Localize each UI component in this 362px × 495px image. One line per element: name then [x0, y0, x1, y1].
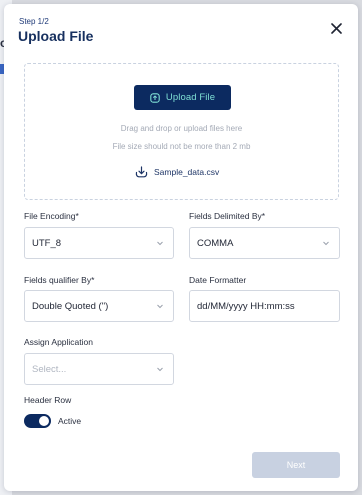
- step-indicator: Step 1/2: [19, 17, 49, 26]
- date-formatter-label: Date Formatter: [189, 275, 247, 285]
- upload-icon: [150, 92, 160, 103]
- header-row-toggle[interactable]: [24, 414, 51, 428]
- sample-data-link-label: Sample_data.csv: [154, 167, 220, 177]
- file-size-hint: File size should not be more than 2 mb: [112, 142, 251, 151]
- file-encoding-label: File Encoding*: [24, 211, 79, 221]
- header-row-toggle-state: Active: [58, 416, 82, 426]
- assign-application-select[interactable]: Select...: [24, 353, 174, 385]
- chevron-down-icon: [157, 241, 163, 246]
- upload-file-modal: Step 1/2 Upload File Upload File Drag an…: [4, 4, 358, 491]
- fields-qualifier-by-label: Fields qualifier By*: [24, 275, 95, 285]
- header-row-label: Header Row: [24, 395, 72, 405]
- chevron-down-icon: [157, 304, 163, 309]
- date-formatter-select[interactable]: dd/MM/yyyy HH:mm:ss: [189, 290, 340, 322]
- chevron-down-icon: [157, 367, 163, 372]
- next-button[interactable]: Next: [252, 452, 340, 478]
- upload-file-button-label: Upload File: [165, 92, 216, 103]
- sample-data-link[interactable]: Sample_data.csv: [135, 166, 219, 178]
- fields-delimited-by-label: Fields Delimited By*: [189, 211, 266, 221]
- date-formatter-value: dd/MM/yyyy HH:mm:ss: [197, 300, 295, 312]
- fields-delimited-by-select[interactable]: COMMA: [189, 227, 340, 259]
- fields-qualifier-by-value: Double Quoted ("): [32, 300, 109, 312]
- file-encoding-select[interactable]: UTF_8: [24, 227, 174, 259]
- close-button[interactable]: [328, 20, 344, 36]
- download-icon: [135, 166, 148, 178]
- chevron-down-icon: [323, 241, 329, 246]
- dropzone-hint: Drag and drop or upload files here: [120, 124, 243, 133]
- assign-application-placeholder: Select...: [32, 363, 67, 375]
- fields-qualifier-by-select[interactable]: Double Quoted ("): [24, 290, 174, 322]
- file-dropzone[interactable]: Upload File Drag and drop or upload file…: [24, 63, 339, 200]
- upload-file-button[interactable]: Upload File: [134, 85, 231, 110]
- toggle-knob: [39, 416, 49, 426]
- assign-application-label: Assign Application: [24, 337, 93, 347]
- close-icon: [330, 22, 342, 34]
- modal-title: Upload File: [18, 28, 94, 44]
- fields-delimited-by-value: COMMA: [197, 237, 234, 249]
- file-encoding-value: UTF_8: [32, 237, 62, 249]
